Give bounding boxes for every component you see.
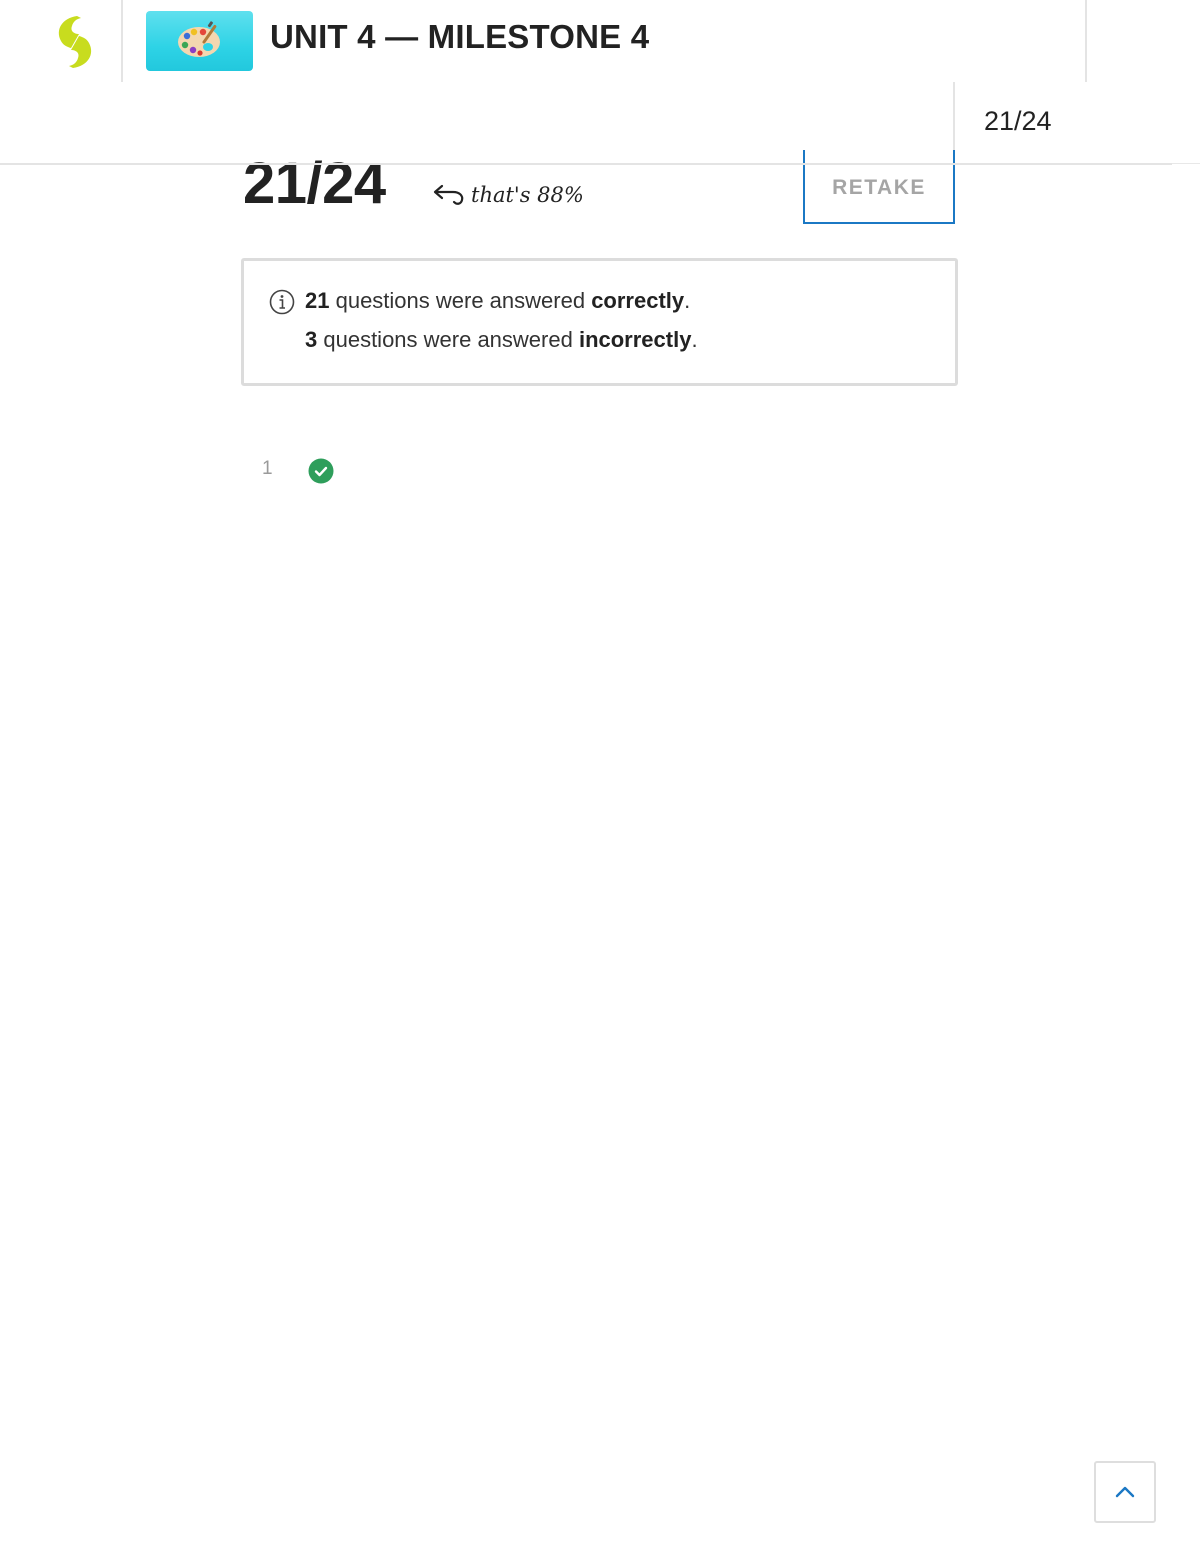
- paint-palette-icon: [178, 21, 220, 57]
- percent-note: that's 88%: [433, 178, 584, 212]
- top-bar: UNIT 4 — MILESTONE 4: [0, 0, 1200, 82]
- period: .: [684, 288, 691, 313]
- sophia-logo-icon[interactable]: [52, 14, 98, 70]
- incorrect-text: questions were answered: [317, 327, 579, 352]
- retake-button[interactable]: RETAKE: [803, 150, 955, 224]
- correct-text: questions were answered: [329, 288, 592, 313]
- course-thumbnail: [146, 11, 253, 71]
- header-divider-right: [1085, 0, 1087, 82]
- results-summary: 21 questions were answered correctly. 3 …: [241, 258, 958, 386]
- period: .: [691, 327, 698, 352]
- subheader-border-end: [1172, 163, 1200, 164]
- incorrect-count: 3: [305, 327, 318, 352]
- page-title: UNIT 4 — MILESTONE 4: [270, 18, 650, 55]
- curved-arrow-icon: [433, 184, 464, 205]
- score-display: 21/24: [243, 151, 386, 216]
- incorrect-summary: 3 questions were answered incorrectly.: [305, 327, 698, 353]
- header-divider: [121, 0, 123, 82]
- correct-summary: 21 questions were answered correctly.: [305, 288, 690, 314]
- correct-count: 21: [305, 288, 330, 313]
- check-circle-icon: [308, 458, 334, 484]
- score-summary: 21/24: [984, 106, 1052, 136]
- chevron-up-icon: [1115, 1486, 1135, 1498]
- correct-word: correctly: [591, 288, 685, 313]
- info-icon: [269, 289, 295, 315]
- subheader-border: [0, 163, 1172, 165]
- question-number: 1: [262, 458, 273, 479]
- incorrect-word: incorrectly: [578, 327, 692, 352]
- percent-text: that's 88%: [471, 183, 584, 207]
- question-row[interactable]: 1: [262, 454, 334, 484]
- scroll-to-top-button[interactable]: [1094, 1461, 1156, 1523]
